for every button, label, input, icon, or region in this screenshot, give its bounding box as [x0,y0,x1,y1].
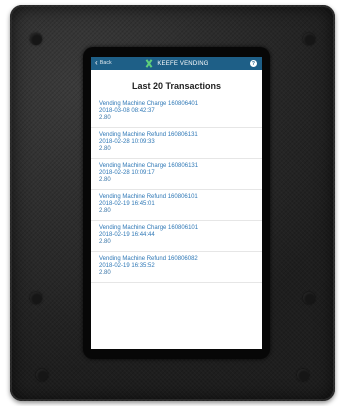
transaction-amount: 2.80 [99,115,111,121]
keefe-logo-icon [144,59,154,68]
transaction-timestamp: 2018-02-19 16:45:01 [99,201,155,207]
app-header: ‹ Back KEEFE VENDING ? [91,57,262,70]
transaction-timestamp: 2018-02-19 16:35:52 [99,263,155,269]
app-brand: KEEFE VENDING [144,59,208,68]
screw-icon [303,33,315,45]
page-title: Last 20 Transactions [131,81,222,91]
screw-icon [30,33,42,45]
transaction-amount: 2.80 [99,208,111,214]
back-label: Back [99,60,112,66]
chevron-left-icon: ‹ [95,58,98,67]
screw-icon [303,292,315,304]
transaction-row[interactable]: Vending Machine Refund 160806082 2018-02… [91,252,262,283]
transaction-timestamp: 2018-02-28 10:09:33 [99,139,155,145]
transaction-row[interactable]: Vending Machine Charge 160806401 2018-03… [91,97,262,128]
app-title: KEEFE VENDING [157,60,209,67]
screw-icon [297,369,309,381]
transaction-description: Vending Machine Refund 160806101 [99,194,198,200]
transaction-row[interactable]: Vending Machine Charge 160806101 2018-02… [91,221,262,252]
transaction-description: Vending Machine Charge 160806401 [99,101,199,107]
transaction-description: Vending Machine Charge 160806131 [99,163,199,169]
transaction-amount: 2.80 [99,177,111,183]
transaction-row[interactable]: Vending Machine Refund 160806101 2018-02… [91,190,262,221]
back-button[interactable]: ‹ Back [95,59,112,67]
transaction-description: Vending Machine Charge 160806101 [99,225,199,231]
help-icon: ? [251,60,256,67]
help-button[interactable]: ? [250,60,257,67]
transaction-list: Vending Machine Charge 160806401 2018-03… [91,97,262,283]
transaction-timestamp: 2018-03-08 08:42:37 [99,108,155,114]
transaction-timestamp: 2018-02-28 10:09:17 [99,170,155,176]
transaction-row[interactable]: Vending Machine Charge 160806131 2018-02… [91,159,262,190]
transaction-amount: 2.80 [99,270,111,276]
tablet-screen: ‹ Back KEEFE VENDING ? Last 20 Transacti… [91,57,262,349]
transaction-amount: 2.80 [99,239,111,245]
transaction-description: Vending Machine Refund 160806131 [99,132,198,138]
transaction-description: Vending Machine Refund 160806082 [99,256,198,262]
transaction-row[interactable]: Vending Machine Refund 160806131 2018-02… [91,128,262,159]
screw-icon [30,292,42,304]
screw-icon [36,369,48,381]
transaction-timestamp: 2018-02-19 16:44:44 [99,232,155,238]
transaction-amount: 2.80 [99,146,111,152]
